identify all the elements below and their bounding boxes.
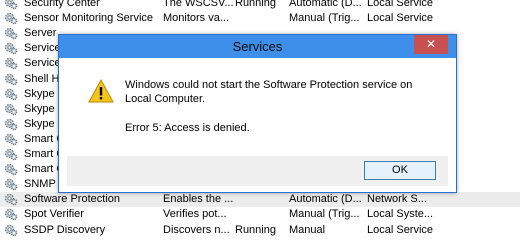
service-description: The WSCSV... xyxy=(163,0,234,9)
service-log-on-as: Local Service xyxy=(367,0,434,9)
service-description: Verifies pot... xyxy=(163,208,227,221)
service-startup-type: Manual xyxy=(289,223,326,236)
dialog-title: Services xyxy=(232,39,283,54)
service-gear-icon xyxy=(4,133,18,146)
ok-button[interactable]: OK xyxy=(364,161,436,180)
warning-icon xyxy=(88,79,114,103)
service-row[interactable]: Sensor Monitoring Service Monitors va... M… xyxy=(0,11,520,26)
service-name: Server xyxy=(24,27,57,40)
service-gear-icon xyxy=(4,12,18,25)
service-startup-type: Automatic (D... xyxy=(289,193,362,206)
service-name: Shell H xyxy=(24,72,60,85)
service-description: Discovers n... xyxy=(163,223,230,236)
service-startup-type: Manual (Trig... xyxy=(289,12,360,25)
service-gear-icon xyxy=(4,194,18,206)
service-gear-icon xyxy=(4,163,18,176)
service-status: Running xyxy=(235,223,276,236)
service-log-on-as: Network S... xyxy=(367,193,427,206)
service-row[interactable]: Security Center The WSCSV... Running Automa… xyxy=(0,0,520,11)
error-dialog: Services ✕ Windows could not start the S… xyxy=(58,34,457,193)
service-gear-icon xyxy=(4,148,18,161)
service-gear-icon xyxy=(4,209,18,221)
service-description: Enables the ... xyxy=(163,193,234,206)
service-gear-icon xyxy=(4,28,18,40)
service-status: Running xyxy=(235,0,276,9)
service-name: SSDP Discovery xyxy=(24,223,106,236)
service-name: Security Center xyxy=(24,0,100,9)
service-gear-icon xyxy=(4,43,18,55)
service-name: Spot Verifier xyxy=(24,208,84,221)
dialog-error-code: Error 5: Access is denied. xyxy=(125,122,250,134)
service-log-on-as: Local Service xyxy=(367,223,434,236)
service-log-on-as: Local Service xyxy=(367,12,434,25)
service-gear-icon xyxy=(4,88,18,100)
dialog-title-bar[interactable]: Services ✕ xyxy=(59,35,456,58)
service-gear-icon xyxy=(4,118,18,131)
service-row[interactable]: SSDP Discovery Discovers n... Running Manua… xyxy=(0,223,520,238)
service-gear-icon xyxy=(4,58,18,70)
service-gear-icon xyxy=(4,179,18,191)
service-gear-icon xyxy=(4,0,18,10)
service-name: Sensor Monitoring Service xyxy=(24,12,154,25)
dialog-body: Windows could not start the Software Pro… xyxy=(67,58,448,156)
service-name: Software Protection xyxy=(24,193,120,206)
service-log-on-as: Local Syste... xyxy=(367,208,434,221)
dialog-message: Windows could not start the Software Pro… xyxy=(125,79,413,105)
close-button[interactable]: ✕ xyxy=(414,35,448,54)
close-icon: ✕ xyxy=(425,37,437,51)
service-gear-icon xyxy=(4,103,18,115)
service-gear-icon xyxy=(4,73,18,85)
service-row[interactable]: Software Protection Enables the ... Automa… xyxy=(0,192,520,208)
service-startup-type: Automatic (D... xyxy=(289,0,362,9)
service-name: Service xyxy=(24,42,61,55)
service-row[interactable]: Spot Verifier Verifies pot... Manual (Trig… xyxy=(0,207,520,222)
service-gear-icon xyxy=(4,224,18,236)
dialog-footer: OK xyxy=(67,156,448,186)
service-startup-type: Manual (Trig... xyxy=(289,208,360,221)
service-description: Monitors va... xyxy=(163,12,230,25)
